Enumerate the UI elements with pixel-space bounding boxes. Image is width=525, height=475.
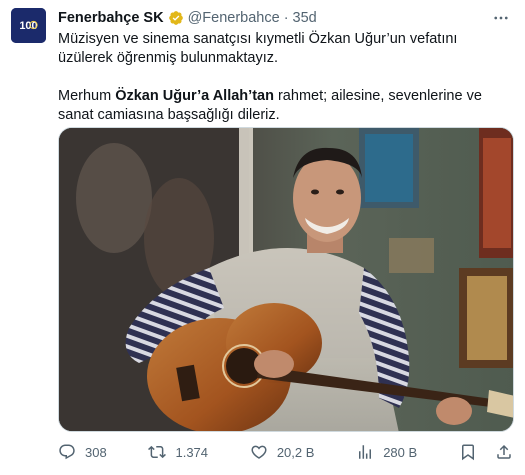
views-button[interactable]: 280 B [356, 443, 417, 461]
more-options-button[interactable] [491, 9, 511, 27]
avatar[interactable]: 100 [11, 8, 46, 43]
like-button[interactable]: 20,2 B [250, 443, 315, 461]
bookmark-button[interactable] [459, 443, 477, 461]
share-icon [497, 444, 511, 459]
tweet-header: Fenerbahçe SK @Fenerbahce · 35d [58, 9, 317, 27]
timestamp[interactable]: 35d [293, 10, 317, 26]
photo-musician-with-guitar [59, 128, 513, 431]
bookmark-icon [461, 444, 474, 461]
author-name[interactable]: Fenerbahçe SK [58, 10, 164, 26]
retweet-icon [148, 445, 167, 459]
heart-icon [251, 445, 267, 459]
more-options-icon [494, 16, 508, 20]
fenerbahce-100-logo: 100 [11, 8, 46, 43]
tweet-actions: 308 1.374 20,2 B 280 B [58, 441, 513, 463]
reply-count: 308 [85, 444, 107, 460]
separator-dot: · [283, 10, 289, 26]
retweet-count: 1.374 [175, 444, 209, 460]
reply-button[interactable]: 308 [58, 443, 107, 461]
author-handle[interactable]: @Fenerbahce [188, 10, 280, 26]
tweet-photo[interactable] [58, 127, 514, 432]
tweet[interactable]: 100 Fenerbahçe SK @Fenerbahce · 35d Müzi… [0, 0, 525, 475]
tweet-text-bold: Özkan Uğur’a Allah’tan [115, 88, 274, 104]
share-button[interactable] [495, 443, 513, 461]
like-count: 20,2 B [276, 444, 315, 460]
retweet-button[interactable]: 1.374 [148, 443, 208, 461]
reply-icon [59, 444, 75, 460]
tweet-text-line-1: Müzisyen ve sinema sanatçısı kıymetli Öz… [58, 31, 458, 66]
tweet-text-prefix: Merhum [58, 88, 116, 104]
views-chart-icon [359, 445, 372, 459]
views-count: 280 B [383, 444, 418, 460]
tweet-text: Müzisyen ve sinema sanatçısı kıymetli Öz… [58, 30, 513, 125]
tweet-text-line-2: Merhum Özkan Uğur’a Allah’tan rahmet; ai… [58, 87, 513, 125]
verified-badge-icon[interactable] [168, 10, 184, 26]
right-actions [459, 443, 513, 461]
